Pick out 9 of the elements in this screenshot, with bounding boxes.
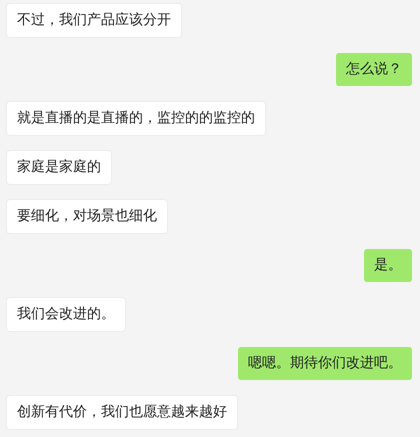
received-message: 创新有代价，我们也愿意越来越好 — [7, 396, 237, 429]
received-message: 我们会改进的。 — [7, 298, 125, 331]
received-message: 就是直播的是直播的，监控的的监控的 — [7, 102, 265, 135]
received-message: 不过，我们产品应该分开 — [7, 4, 181, 37]
sent-message: 怎么说？ — [336, 53, 412, 86]
sent-message: 是。 — [364, 249, 412, 282]
received-message: 要细化，对场景也细化 — [7, 200, 167, 233]
received-message: 家庭是家庭的 — [7, 151, 111, 184]
sent-message: 嗯嗯。期待你们改进吧。 — [238, 347, 412, 380]
